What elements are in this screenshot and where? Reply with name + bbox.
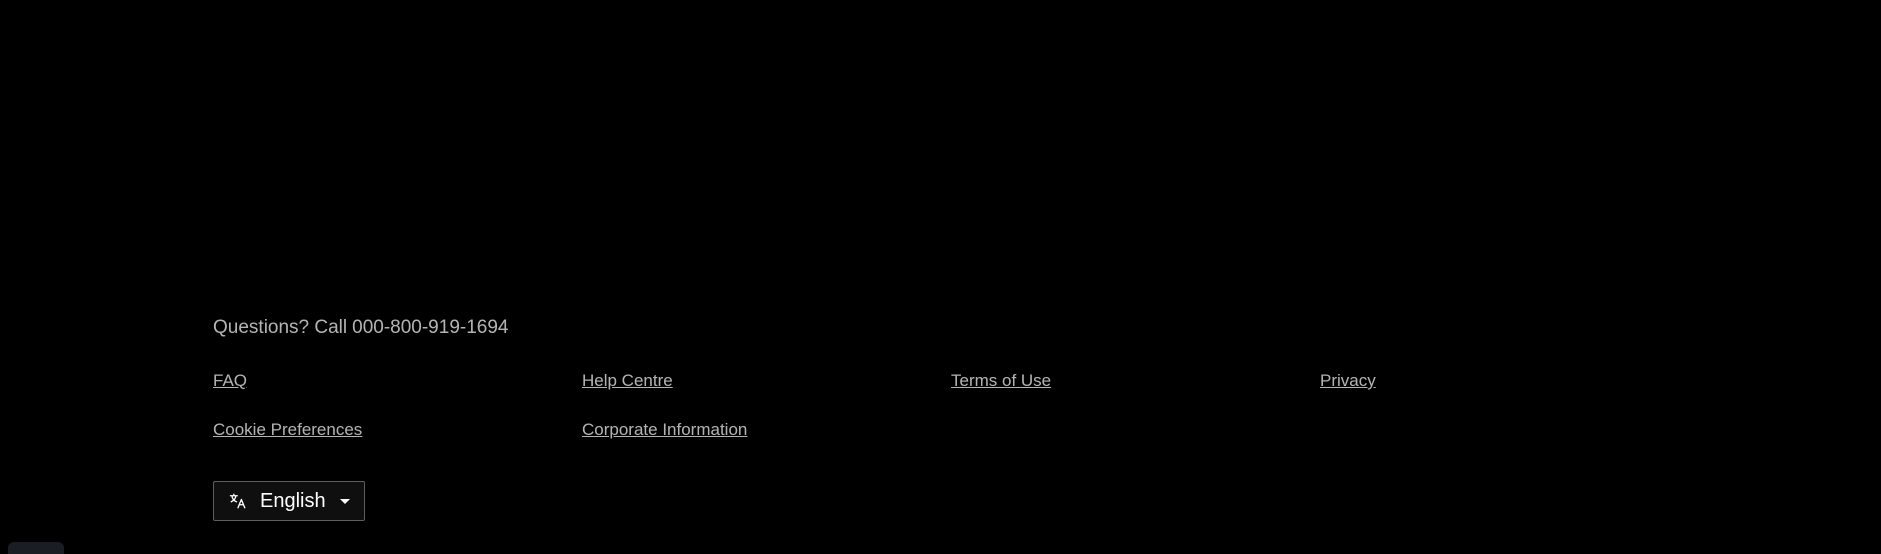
site-footer: Questions? Call 000-800-919-1694 FAQ Hel… [213, 316, 1693, 521]
terms-of-use-link[interactable]: Terms of Use [951, 371, 1051, 390]
footer-link-item: Help Centre [582, 370, 951, 392]
footer-link-item: FAQ [213, 370, 582, 392]
phone-link[interactable]: 000-800-919-1694 [352, 316, 508, 340]
caret-down-icon [339, 498, 350, 504]
privacy-link[interactable]: Privacy [1320, 371, 1376, 390]
cookie-preferences-link[interactable]: Cookie Preferences [213, 420, 362, 439]
questions-text: Questions? Call [213, 317, 348, 338]
corporate-information-link[interactable]: Corporate Information [582, 420, 747, 439]
language-label: English [260, 490, 326, 512]
footer-link-item: Cookie Preferences [213, 419, 582, 441]
faq-link[interactable]: FAQ [213, 371, 247, 390]
language-select[interactable]: English [213, 481, 365, 521]
footer-link-item: Privacy [1320, 370, 1689, 392]
footer-link-item: Terms of Use [951, 370, 1320, 392]
help-centre-link[interactable]: Help Centre [582, 371, 673, 390]
footer-links: FAQ Help Centre Terms of Use Privacy Coo… [213, 370, 1693, 441]
language-icon [228, 491, 248, 511]
footer-link-item: Corporate Information [582, 419, 951, 441]
corner-tab [8, 542, 64, 554]
contact-line: Questions? Call 000-800-919-1694 [213, 316, 1693, 340]
